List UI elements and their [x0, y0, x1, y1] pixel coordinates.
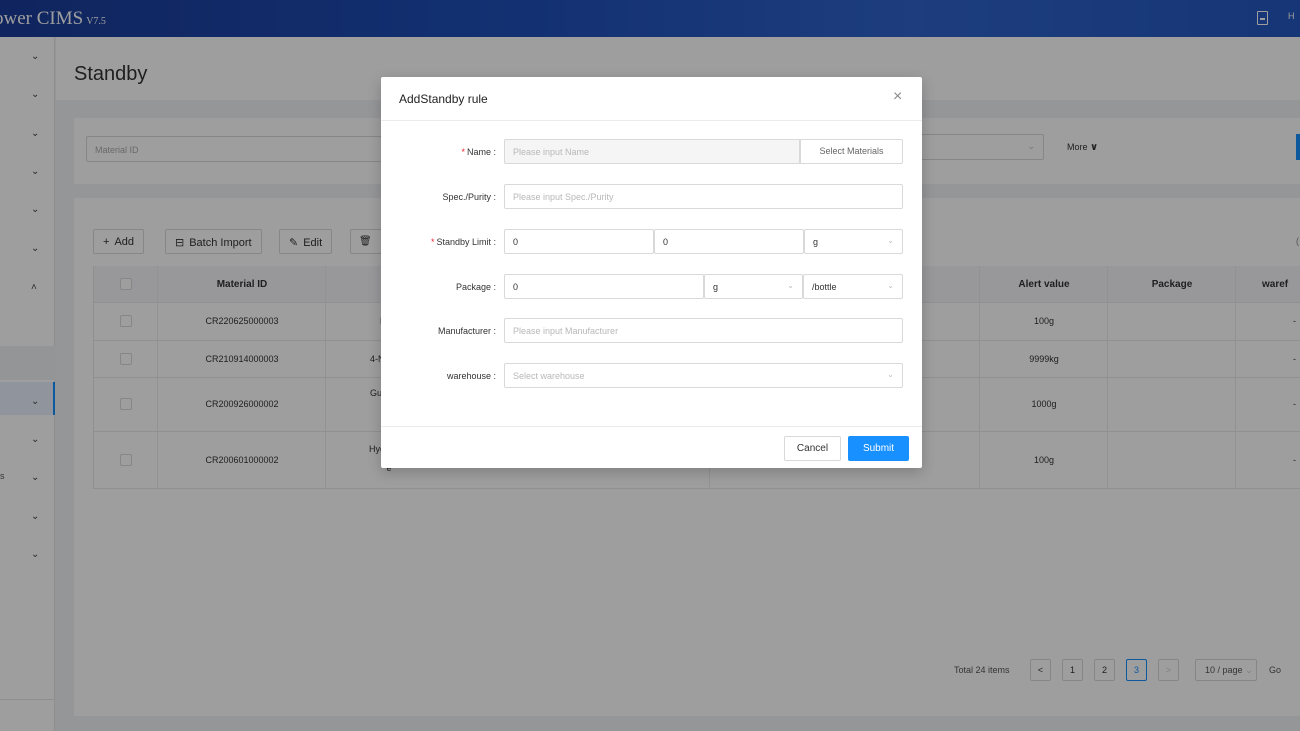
standby-limit-max-input[interactable]: 0: [654, 229, 804, 254]
package-label: Package :: [455, 282, 496, 292]
spec-label: Spec./Purity :: [442, 192, 496, 202]
select-materials-button[interactable]: Select Materials: [800, 139, 903, 164]
container-value: /bottle: [812, 282, 837, 292]
name-label-text: Name :: [466, 147, 496, 157]
warehouse-label: warehouse :: [446, 371, 496, 381]
chevron-down-icon: ⌄: [887, 281, 894, 290]
unit-value: g: [713, 282, 719, 292]
name-label: * Name :: [381, 147, 496, 157]
spec-purity-input[interactable]: Please input Spec./Purity: [504, 184, 903, 209]
package-amount-input[interactable]: 0: [504, 274, 704, 299]
warehouse-placeholder: Select warehouse: [513, 371, 585, 381]
add-standby-rule-dialog: AddStandby rule × * Name : Please input N…: [381, 77, 922, 468]
close-icon[interactable]: ×: [893, 89, 902, 105]
manufacturer-input[interactable]: Please input Manufacturer: [504, 318, 903, 343]
standby-limit-label: * Standby Limit :: [381, 237, 496, 247]
dialog-header: AddStandby rule ×: [381, 77, 922, 121]
dialog-title: AddStandby rule: [399, 92, 488, 106]
standby-limit-unit-select[interactable]: g ⌄: [804, 229, 903, 254]
warehouse-select[interactable]: Select warehouse ⌄: [504, 363, 903, 388]
cancel-button[interactable]: Cancel: [784, 436, 841, 461]
standby-limit-min-input[interactable]: 0: [504, 229, 654, 254]
chevron-down-icon: ⌄: [887, 370, 894, 379]
dialog-footer-divider: [381, 426, 922, 427]
name-input[interactable]: Please input Name: [504, 139, 800, 164]
package-container-select[interactable]: /bottle ⌄: [803, 274, 903, 299]
submit-button[interactable]: Submit: [848, 436, 909, 461]
standby-limit-label-text: Standby Limit :: [436, 237, 496, 247]
manufacturer-label: Manufacturer :: [437, 326, 496, 336]
required-marker: *: [461, 147, 465, 157]
required-marker: *: [430, 237, 435, 247]
chevron-down-icon: ⌄: [787, 281, 794, 290]
package-unit-select[interactable]: g ⌄: [704, 274, 803, 299]
chevron-down-icon: ⌄: [887, 236, 894, 245]
unit-value: g: [813, 237, 819, 247]
